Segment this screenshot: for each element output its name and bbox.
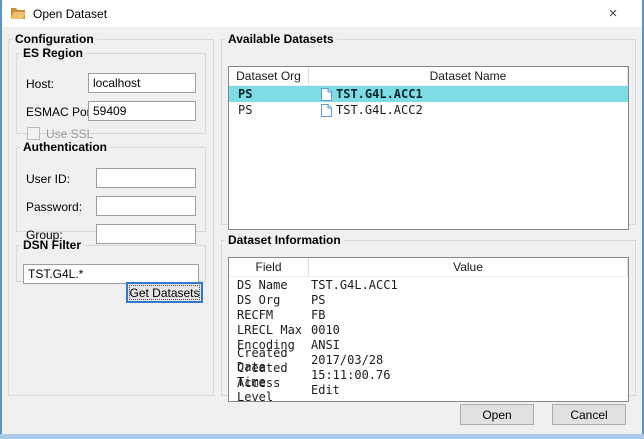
info-value: PS: [309, 293, 628, 307]
info-field: DS Name: [229, 278, 309, 292]
title-bar: Open Dataset ×: [2, 0, 642, 27]
info-row-recfm: RECFM FB: [229, 307, 628, 322]
column-header-value[interactable]: Value: [309, 258, 628, 276]
window-title: Open Dataset: [33, 7, 107, 21]
dataset-org: PS: [229, 87, 309, 101]
dataset-row-acc1[interactable]: PS TST.G4L.ACC1: [229, 86, 628, 102]
info-value: ANSI: [309, 338, 628, 352]
open-dataset-dialog: Open Dataset × Configuration ES Region H…: [0, 0, 644, 439]
dataset-name: TST.G4L.ACC1: [336, 87, 423, 101]
dataset-information-group: Dataset Information Field Value DS Name …: [221, 233, 636, 396]
user-id-input[interactable]: [96, 168, 196, 188]
host-input[interactable]: [88, 73, 196, 93]
open-button[interactable]: Open: [460, 404, 534, 425]
available-datasets-header: Dataset Org Dataset Name: [229, 67, 628, 86]
use-ssl-checkbox: [27, 127, 40, 140]
dsn-filter-input[interactable]: [23, 264, 199, 284]
info-value: TST.G4L.ACC1: [309, 278, 628, 292]
document-icon: [321, 104, 332, 117]
document-icon: [321, 88, 332, 101]
dsn-filter-title: DSN Filter: [20, 238, 84, 252]
info-value: 2017/03/28: [309, 353, 628, 367]
esmac-port-label: ESMAC Port:: [26, 105, 97, 119]
info-row-ds-name: DS Name TST.G4L.ACC1: [229, 277, 628, 292]
info-field: DS Org: [229, 293, 309, 307]
authentication-group: Authentication User ID: Password: Group:: [16, 140, 206, 232]
info-value: 0010: [309, 323, 628, 337]
dataset-information-list: Field Value DS Name TST.G4L.ACC1 DS Org …: [228, 257, 629, 402]
esmac-port-input[interactable]: [88, 101, 196, 121]
folder-open-icon: [10, 5, 26, 21]
es-region-title: ES Region: [20, 46, 86, 60]
info-field: Access Level: [229, 376, 309, 403]
info-row-ds-org: DS Org PS: [229, 292, 628, 307]
window-border-left: [0, 0, 2, 439]
cancel-button[interactable]: Cancel: [552, 404, 626, 425]
password-input[interactable]: [96, 196, 196, 216]
info-row-lrecl-max: LRECL Max 0010: [229, 322, 628, 337]
host-label: Host:: [26, 77, 54, 91]
dsn-filter-group: DSN Filter: [16, 238, 206, 282]
available-datasets-group: Available Datasets Dataset Org Dataset N…: [221, 32, 636, 225]
dataset-name: TST.G4L.ACC2: [336, 103, 423, 117]
available-datasets-list: Dataset Org Dataset Name PS TST.G4L.ACC1…: [228, 66, 629, 230]
window-border-bottom: [0, 434, 644, 439]
info-field: LRECL Max: [229, 323, 309, 337]
info-value: 15:11:00.76: [309, 368, 628, 382]
dataset-org: PS: [229, 103, 309, 117]
es-region-group: ES Region Host: ESMAC Port: Use SSL: [16, 46, 206, 134]
password-label: Password:: [26, 200, 82, 214]
info-value: Edit: [309, 383, 628, 397]
configuration-title: Configuration: [12, 32, 97, 46]
get-datasets-button[interactable]: Get Datasets: [126, 282, 203, 303]
use-ssl-label: Use SSL: [46, 127, 93, 141]
authentication-title: Authentication: [20, 140, 110, 154]
user-id-label: User ID:: [26, 172, 70, 186]
close-icon[interactable]: ×: [596, 2, 630, 25]
available-datasets-title: Available Datasets: [225, 32, 337, 46]
column-header-field[interactable]: Field: [229, 258, 309, 276]
dataset-row-acc2[interactable]: PS TST.G4L.ACC2: [229, 102, 628, 118]
column-header-dataset-name[interactable]: Dataset Name: [309, 67, 628, 85]
dataset-information-title: Dataset Information: [225, 233, 344, 247]
info-row-access-level: Access Level Edit: [229, 382, 628, 397]
info-field: RECFM: [229, 308, 309, 322]
info-value: FB: [309, 308, 628, 322]
dataset-information-header: Field Value: [229, 258, 628, 277]
column-header-dataset-org[interactable]: Dataset Org: [229, 67, 309, 85]
